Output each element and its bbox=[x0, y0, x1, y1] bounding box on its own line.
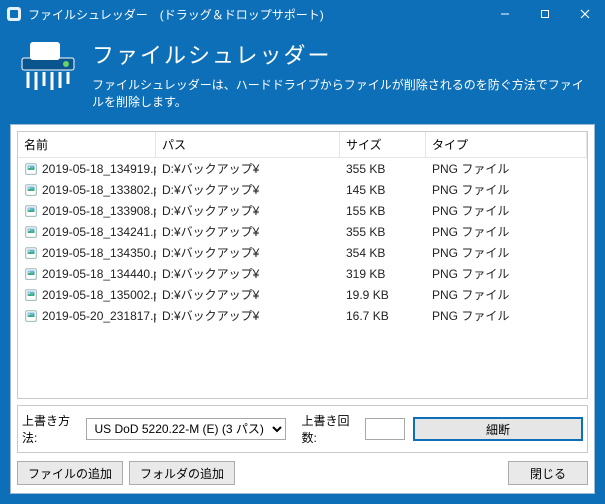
image-file-icon bbox=[24, 288, 38, 302]
file-name: 2019-05-18_134919.png bbox=[42, 162, 156, 176]
file-size: 355 KB bbox=[340, 159, 426, 178]
method-label: 上書き方法: bbox=[22, 412, 78, 446]
add-folder-button[interactable]: フォルダの追加 bbox=[129, 461, 235, 485]
method-select[interactable]: US DoD 5220.22-M (E) (3 パス) bbox=[86, 418, 286, 440]
table-row[interactable]: 2019-05-18_134919.pngD:¥バックアップ¥355 KBPNG… bbox=[18, 158, 587, 179]
table-row[interactable]: 2019-05-18_135002.pngD:¥バックアップ¥19.9 KBPN… bbox=[18, 284, 587, 305]
close-button[interactable] bbox=[565, 0, 605, 28]
file-name: 2019-05-20_231817.png bbox=[42, 309, 156, 323]
table-row[interactable]: 2019-05-20_231817.pngD:¥バックアップ¥16.7 KBPN… bbox=[18, 305, 587, 326]
table-row[interactable]: 2019-05-18_134350.pngD:¥バックアップ¥354 KBPNG… bbox=[18, 242, 587, 263]
page-subtitle: ファイルシュレッダーは、ハードドライブからファイルが削除されるのを防ぐ方法でファ… bbox=[92, 76, 589, 110]
table-row[interactable]: 2019-05-18_134241.pngD:¥バックアップ¥355 KBPNG… bbox=[18, 221, 587, 242]
file-type: PNG ファイル bbox=[426, 285, 587, 304]
file-size: 354 KB bbox=[340, 243, 426, 262]
file-type: PNG ファイル bbox=[426, 180, 587, 199]
file-name: 2019-05-18_134241.png bbox=[42, 225, 156, 239]
page-title: ファイルシュレッダー bbox=[92, 38, 589, 70]
file-name: 2019-05-18_135002.png bbox=[42, 288, 156, 302]
file-name: 2019-05-18_134440.png bbox=[42, 267, 156, 281]
image-file-icon bbox=[24, 162, 38, 176]
overwrite-controls: 上書き方法: US DoD 5220.22-M (E) (3 パス) 上書き回数… bbox=[17, 405, 588, 453]
shred-button[interactable]: 細断 bbox=[413, 417, 583, 441]
maximize-button[interactable] bbox=[525, 0, 565, 28]
count-label: 上書き回数: bbox=[302, 412, 358, 446]
window-title: ファイルシュレッダー (ドラッグ＆ドロップサポート) bbox=[28, 6, 485, 23]
file-name: 2019-05-18_133802.png bbox=[42, 183, 156, 197]
file-size: 16.7 KB bbox=[340, 306, 426, 325]
image-file-icon bbox=[24, 267, 38, 281]
image-file-icon bbox=[24, 225, 38, 239]
image-file-icon bbox=[24, 246, 38, 260]
col-header-name[interactable]: 名前 bbox=[18, 132, 156, 157]
file-size: 19.9 KB bbox=[340, 285, 426, 304]
col-header-path[interactable]: パス bbox=[156, 132, 340, 157]
col-header-size[interactable]: サイズ bbox=[340, 132, 426, 157]
list-body: 2019-05-18_134919.pngD:¥バックアップ¥355 KBPNG… bbox=[18, 158, 587, 398]
list-header: 名前 パス サイズ タイプ bbox=[18, 132, 587, 158]
file-name: 2019-05-18_133908.png bbox=[42, 204, 156, 218]
minimize-button[interactable] bbox=[485, 0, 525, 28]
file-type: PNG ファイル bbox=[426, 243, 587, 262]
file-name: 2019-05-18_134350.png bbox=[42, 246, 156, 260]
table-row[interactable]: 2019-05-18_133802.pngD:¥バックアップ¥145 KBPNG… bbox=[18, 179, 587, 200]
shredder-icon bbox=[16, 34, 80, 98]
file-path: D:¥バックアップ¥ bbox=[156, 159, 340, 178]
content-area: 名前 パス サイズ タイプ 2019-05-18_134919.pngD:¥バッ… bbox=[10, 124, 595, 494]
add-file-button[interactable]: ファイルの追加 bbox=[17, 461, 123, 485]
file-path: D:¥バックアップ¥ bbox=[156, 285, 340, 304]
header: ファイルシュレッダー ファイルシュレッダーは、ハードドライブからファイルが削除さ… bbox=[0, 28, 605, 124]
table-row[interactable]: 2019-05-18_134440.pngD:¥バックアップ¥319 KBPNG… bbox=[18, 263, 587, 284]
file-size: 145 KB bbox=[340, 180, 426, 199]
file-type: PNG ファイル bbox=[426, 264, 587, 283]
col-header-type[interactable]: タイプ bbox=[426, 132, 587, 157]
file-type: PNG ファイル bbox=[426, 201, 587, 220]
file-size: 355 KB bbox=[340, 222, 426, 241]
file-size: 319 KB bbox=[340, 264, 426, 283]
count-input[interactable] bbox=[365, 418, 405, 440]
bottom-controls: ファイルの追加 フォルダの追加 閉じる bbox=[17, 459, 588, 487]
image-file-icon bbox=[24, 183, 38, 197]
close-app-button[interactable]: 閉じる bbox=[508, 461, 588, 485]
file-size: 155 KB bbox=[340, 201, 426, 220]
titlebar: ファイルシュレッダー (ドラッグ＆ドロップサポート) bbox=[0, 0, 605, 28]
file-path: D:¥バックアップ¥ bbox=[156, 201, 340, 220]
file-path: D:¥バックアップ¥ bbox=[156, 222, 340, 241]
file-type: PNG ファイル bbox=[426, 159, 587, 178]
file-type: PNG ファイル bbox=[426, 222, 587, 241]
file-path: D:¥バックアップ¥ bbox=[156, 243, 340, 262]
file-path: D:¥バックアップ¥ bbox=[156, 264, 340, 283]
image-file-icon bbox=[24, 204, 38, 218]
file-type: PNG ファイル bbox=[426, 306, 587, 325]
table-row[interactable]: 2019-05-18_133908.pngD:¥バックアップ¥155 KBPNG… bbox=[18, 200, 587, 221]
file-list[interactable]: 名前 パス サイズ タイプ 2019-05-18_134919.pngD:¥バッ… bbox=[17, 131, 588, 399]
file-path: D:¥バックアップ¥ bbox=[156, 180, 340, 199]
app-window: ファイルシュレッダー (ドラッグ＆ドロップサポート) ファイルシ bbox=[0, 0, 605, 504]
app-icon bbox=[6, 6, 22, 22]
image-file-icon bbox=[24, 309, 38, 323]
file-path: D:¥バックアップ¥ bbox=[156, 306, 340, 325]
